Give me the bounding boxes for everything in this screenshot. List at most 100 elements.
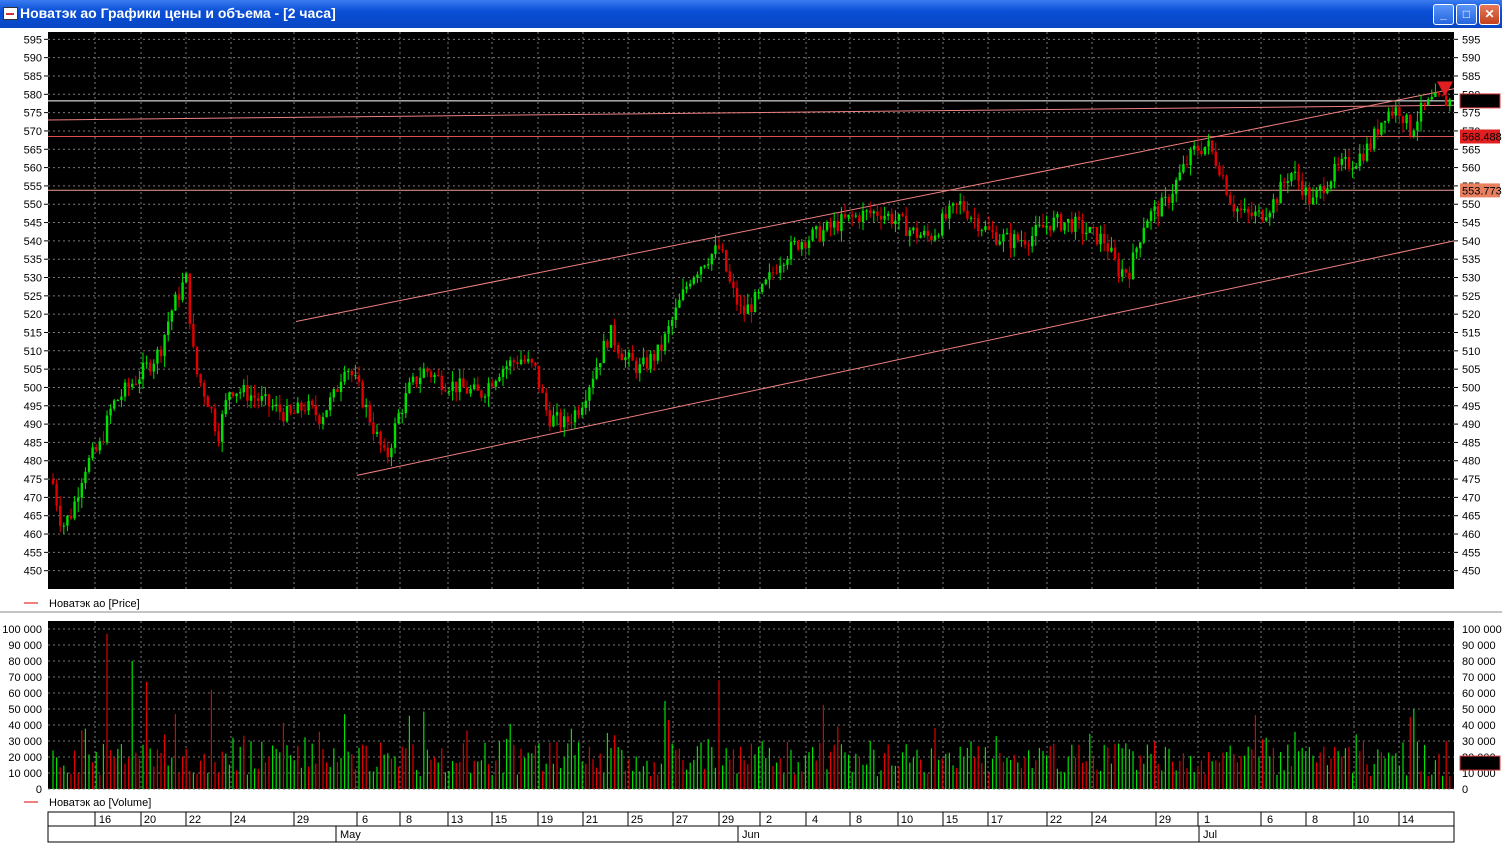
candle-body: [372, 422, 375, 435]
candle-body: [581, 407, 584, 415]
candle-body: [548, 410, 551, 427]
candle-body: [1200, 150, 1203, 155]
candle-body: [84, 471, 87, 484]
price-tick-label: 575: [1462, 108, 1480, 120]
candle-body: [599, 363, 602, 368]
candle-body: [1409, 114, 1412, 137]
candle-body: [851, 214, 854, 217]
candle-body: [401, 413, 404, 415]
candle-body: [141, 362, 145, 380]
candle-body: [1135, 248, 1138, 253]
volume-marker: 16 200: [1459, 755, 1501, 771]
candle-body: [433, 374, 436, 378]
candle-body: [347, 370, 350, 372]
candle-body: [91, 447, 94, 459]
volume-tick-label: 70 000: [1462, 672, 1496, 684]
x-day-label: 15: [946, 814, 958, 826]
x-day-label: 6: [1267, 814, 1273, 826]
candle-body: [1189, 149, 1192, 166]
price-volume-chart: 4504554604654704754804854904955005055105…: [0, 28, 1502, 844]
candle-body: [681, 289, 685, 300]
candle-body: [242, 385, 245, 393]
candle-body: [1016, 234, 1019, 241]
price-tick-label: 475: [24, 474, 42, 486]
candle-body: [1416, 121, 1419, 131]
price-tick-label: 480: [24, 456, 42, 468]
price-tick-label: 595: [24, 34, 42, 46]
x-day-label: 29: [1159, 814, 1171, 826]
candle-body: [959, 201, 962, 205]
candle-body: [861, 210, 865, 223]
candle-body: [1319, 185, 1322, 191]
candle-body: [527, 359, 530, 362]
candle-body: [663, 333, 667, 351]
candle-body: [357, 375, 361, 382]
candle-body: [465, 387, 469, 394]
candle-body: [1445, 96, 1448, 107]
candle-body: [1250, 212, 1253, 216]
candle-body: [159, 349, 163, 357]
candle-body: [318, 415, 321, 424]
candle-body: [789, 241, 793, 260]
candle-body: [1434, 92, 1437, 97]
candle-body: [1387, 111, 1390, 122]
candle-body: [537, 365, 541, 388]
price-tick-label: 515: [24, 327, 42, 339]
price-marker-label: 553.773: [1462, 185, 1502, 197]
candle-body: [865, 210, 868, 212]
price-tick-label: 545: [1462, 218, 1480, 230]
price-tick-label: 515: [1462, 327, 1480, 339]
candle-body: [563, 416, 566, 428]
candle-body: [145, 362, 148, 364]
candle-body: [519, 359, 523, 365]
candle-body: [494, 381, 497, 387]
maximize-button[interactable]: □: [1456, 4, 1477, 25]
candle-body: [246, 385, 249, 401]
price-tick-label: 585: [1462, 71, 1480, 83]
volume-tick-label: 50 000: [8, 704, 42, 716]
candle-body: [123, 382, 127, 397]
candle-body: [105, 415, 109, 443]
candle-body: [1369, 143, 1372, 149]
candle-body: [1077, 216, 1081, 221]
close-button[interactable]: ✕: [1479, 4, 1500, 25]
candle-body: [977, 218, 980, 232]
candle-body: [1448, 99, 1451, 107]
price-tick-label: 575: [24, 108, 42, 120]
candle-body: [887, 213, 890, 216]
candle-body: [1283, 181, 1286, 183]
candle-body: [127, 382, 130, 387]
candle-body: [1441, 95, 1444, 97]
candle-body: [257, 398, 260, 401]
candle-body: [948, 205, 951, 219]
candle-body: [822, 230, 825, 242]
candle-body: [530, 359, 533, 363]
candle-body: [1401, 116, 1405, 124]
candle-body: [995, 232, 998, 245]
candle-body: [1085, 232, 1088, 235]
candle-body: [393, 423, 397, 448]
volume-tick-label: 80 000: [1462, 656, 1496, 668]
candle-body: [1196, 145, 1199, 151]
x-day-label: 2: [766, 814, 772, 826]
candle-body: [764, 279, 767, 285]
candle-body: [404, 393, 407, 414]
candle-body: [750, 304, 753, 313]
x-day-label: 10: [1357, 814, 1369, 826]
candle-body: [1427, 99, 1430, 105]
candle-body: [1265, 217, 1268, 221]
candle-body: [321, 416, 325, 424]
candle-body: [1160, 197, 1163, 217]
candle-body: [584, 400, 587, 408]
price-tick-label: 450: [1462, 566, 1480, 578]
x-day-label: 6: [362, 814, 368, 826]
candle-body: [649, 353, 652, 369]
candle-body: [206, 396, 209, 408]
candle-body: [1290, 173, 1293, 182]
minimize-button[interactable]: _: [1433, 4, 1454, 25]
candle-body: [735, 287, 739, 305]
candle-body: [1279, 181, 1282, 204]
candle-body: [426, 368, 429, 372]
candle-body: [231, 392, 235, 397]
candle-body: [469, 388, 472, 394]
